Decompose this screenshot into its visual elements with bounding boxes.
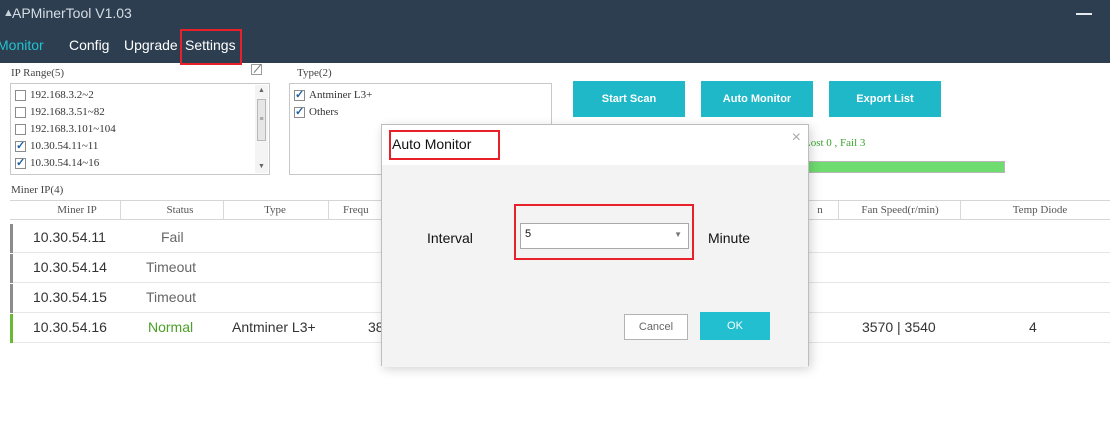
minute-label: Minute	[708, 230, 751, 246]
scrollbar[interactable]: ▲ ≡ ▼	[255, 85, 268, 173]
ip-range-item[interactable]: 192.168.3.51~82	[15, 104, 105, 120]
checkbox[interactable]	[294, 105, 305, 118]
cell-temp-diode: 4	[1029, 319, 1037, 335]
dialog-title: Auto Monitor	[392, 136, 472, 152]
ip-range-item[interactable]: 10.30.54.14~16	[15, 155, 99, 171]
ip-range-item[interactable]: 10.30.54.11~11	[15, 138, 98, 154]
checkbox[interactable]	[15, 156, 26, 169]
close-icon[interactable]: ×	[792, 129, 801, 147]
cell-ip: 10.30.54.11	[33, 229, 106, 245]
dialog-body: Interval 5 ▼ Minute Cancel OK	[382, 165, 808, 367]
menu-config[interactable]: Config	[69, 37, 109, 53]
cell-fan-speed: 3570 | 3540	[862, 319, 936, 335]
column-header-frequency[interactable]: Frequ	[343, 204, 383, 216]
checkbox[interactable]	[15, 139, 26, 152]
minimize-icon[interactable]	[1076, 7, 1092, 21]
ok-button[interactable]: OK	[700, 312, 770, 340]
type-item[interactable]: Antminer L3+	[294, 87, 372, 103]
column-header-status[interactable]: Status	[135, 204, 225, 216]
cell-status: Fail	[161, 229, 184, 245]
ip-range-item[interactable]: 192.168.3.2~2	[15, 87, 94, 103]
checkbox[interactable]	[15, 106, 26, 118]
ip-range-label: IP Range(5)	[11, 67, 65, 79]
column-divider	[120, 201, 121, 220]
row-status-marker	[10, 314, 13, 343]
scroll-thumb[interactable]: ≡	[257, 99, 266, 141]
ip-range-item[interactable]: 192.168.3.101~104	[15, 121, 116, 137]
miner-ip-label: Miner IP(4)	[11, 184, 64, 196]
row-status-marker	[10, 284, 13, 313]
type-item[interactable]: Others	[294, 104, 338, 120]
column-header-type[interactable]: Type	[235, 204, 315, 216]
column-header-fan-speed[interactable]: Fan Speed(r/min)	[845, 204, 955, 216]
scan-progress-bar	[800, 161, 1005, 173]
ip-range-text: 192.168.3.101~104	[30, 123, 116, 135]
type-text: Antminer L3+	[309, 89, 373, 101]
menu-upgrade[interactable]: Upgrade	[124, 37, 178, 53]
interval-select[interactable]: 5 ▼	[520, 223, 689, 249]
auto-monitor-dialog: Auto Monitor × Interval 5 ▼ Minute Cance…	[381, 124, 809, 367]
ip-range-text: 10.30.54.11~11	[30, 140, 99, 152]
window-title: APMinerTool V1.03	[12, 5, 132, 21]
scroll-up-icon[interactable]: ▲	[255, 85, 268, 97]
menu-settings[interactable]: Settings	[185, 37, 236, 53]
title-bar: ▲ APMinerTool V1.03	[0, 0, 1110, 30]
export-list-button[interactable]: Export List	[829, 81, 941, 117]
column-header-partial[interactable]: n	[810, 204, 830, 216]
column-header-temp-diode[interactable]: Temp Diode	[985, 204, 1095, 216]
cell-status: Normal	[148, 319, 194, 335]
auto-monitor-button[interactable]: Auto Monitor	[701, 81, 813, 117]
type-text: Others	[309, 106, 339, 118]
row-status-marker	[10, 254, 13, 283]
menu-monitor[interactable]: Monitor	[0, 37, 44, 53]
checkbox[interactable]	[15, 123, 26, 135]
column-divider	[960, 201, 961, 220]
column-divider	[838, 201, 839, 220]
type-label: Type(2)	[297, 67, 332, 79]
ip-range-list: 192.168.3.2~2 192.168.3.51~82 192.168.3.…	[10, 83, 270, 175]
ip-range-text: 192.168.3.51~82	[30, 106, 105, 118]
chevron-down-icon[interactable]: ▼	[674, 230, 682, 239]
menu-bar: Monitor Config Upgrade Settings	[0, 30, 1110, 63]
interval-value: 5	[525, 228, 532, 240]
interval-label: Interval	[427, 230, 473, 246]
ip-range-text: 192.168.3.2~2	[30, 89, 94, 101]
scroll-down-icon[interactable]: ▼	[255, 161, 268, 173]
checkbox[interactable]	[294, 88, 305, 101]
cell-status: Timeout	[146, 289, 197, 305]
row-status-marker	[10, 224, 13, 253]
cancel-button[interactable]: Cancel	[624, 314, 688, 340]
start-scan-button[interactable]: Start Scan	[573, 81, 685, 117]
scan-progress-fill	[801, 162, 1004, 172]
edit-icon[interactable]	[251, 64, 262, 75]
column-header-ip[interactable]: Miner IP	[32, 204, 122, 216]
scan-status: Lost 0 , Fail 3	[804, 137, 866, 149]
cell-status: Timeout	[146, 259, 197, 275]
cell-ip: 10.30.54.16	[33, 319, 107, 335]
app-window: ▲ APMinerTool V1.03 Monitor Config Upgra…	[0, 0, 1110, 439]
column-divider	[328, 201, 329, 220]
dialog-header: Auto Monitor ×	[382, 125, 808, 165]
cell-ip: 10.30.54.14	[33, 259, 107, 275]
cell-type: Antminer L3+	[232, 319, 316, 335]
ip-range-text: 10.30.54.14~16	[30, 157, 100, 169]
checkbox[interactable]	[15, 89, 26, 101]
cell-ip: 10.30.54.15	[33, 289, 107, 305]
column-divider	[223, 201, 224, 220]
